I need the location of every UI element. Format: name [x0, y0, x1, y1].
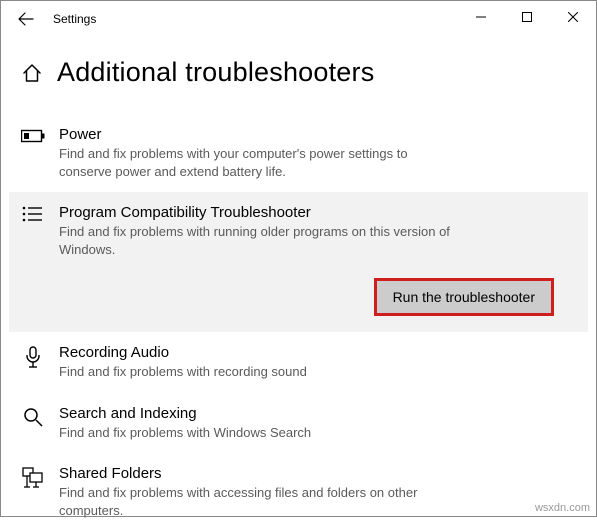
- item-body: Shared Folders Find and fix problems wit…: [59, 465, 576, 519]
- microphone-icon: [21, 346, 45, 370]
- troubleshooter-item-search-indexing[interactable]: Search and Indexing Find and fix problem…: [21, 393, 576, 454]
- list-icon: [21, 206, 45, 222]
- item-title: Search and Indexing: [59, 405, 576, 422]
- window-controls: [458, 1, 596, 33]
- item-desc: Find and fix problems with Windows Searc…: [59, 424, 459, 442]
- minimize-button[interactable]: [458, 1, 504, 33]
- page-header: Additional troubleshooters: [21, 57, 576, 88]
- close-icon: [568, 12, 578, 22]
- item-desc: Find and fix problems with running older…: [59, 223, 459, 258]
- content-area: Additional troubleshooters Power Find an…: [1, 57, 596, 531]
- item-desc: Find and fix problems with accessing fil…: [59, 484, 459, 519]
- troubleshooter-item-recording-audio[interactable]: Recording Audio Find and fix problems wi…: [21, 332, 576, 393]
- item-desc: Find and fix problems with recording sou…: [59, 363, 459, 381]
- home-icon[interactable]: [21, 62, 43, 84]
- search-icon: [21, 407, 45, 427]
- maximize-icon: [522, 12, 532, 22]
- item-desc: Find and fix problems with your computer…: [59, 145, 459, 180]
- run-troubleshooter-button[interactable]: Run the troubleshooter: [374, 278, 554, 316]
- page-title: Additional troubleshooters: [57, 57, 374, 88]
- troubleshooter-item-shared-folders[interactable]: Shared Folders Find and fix problems wit…: [21, 453, 576, 531]
- run-button-row: Run the troubleshooter: [59, 278, 576, 316]
- item-title: Recording Audio: [59, 344, 576, 361]
- item-body: Program Compatibility Troubleshooter Fin…: [59, 204, 576, 316]
- troubleshooter-item-power[interactable]: Power Find and fix problems with your co…: [21, 114, 576, 192]
- maximize-button[interactable]: [504, 1, 550, 33]
- item-body: Power Find and fix problems with your co…: [59, 126, 576, 180]
- battery-icon: [21, 128, 45, 144]
- arrow-left-icon: [18, 11, 34, 27]
- item-title: Power: [59, 126, 576, 143]
- item-body: Search and Indexing Find and fix problem…: [59, 405, 576, 442]
- back-button[interactable]: [5, 1, 47, 37]
- item-title: Shared Folders: [59, 465, 576, 482]
- troubleshooter-item-program-compatibility[interactable]: Program Compatibility Troubleshooter Fin…: [9, 192, 588, 332]
- watermark: wsxdn.com: [535, 502, 590, 514]
- shared-folders-icon: [21, 467, 45, 489]
- item-title: Program Compatibility Troubleshooter: [59, 204, 576, 221]
- minimize-icon: [476, 12, 486, 22]
- window-title: Settings: [53, 12, 96, 26]
- close-button[interactable]: [550, 1, 596, 33]
- titlebar: Settings: [1, 1, 596, 37]
- item-body: Recording Audio Find and fix problems wi…: [59, 344, 576, 381]
